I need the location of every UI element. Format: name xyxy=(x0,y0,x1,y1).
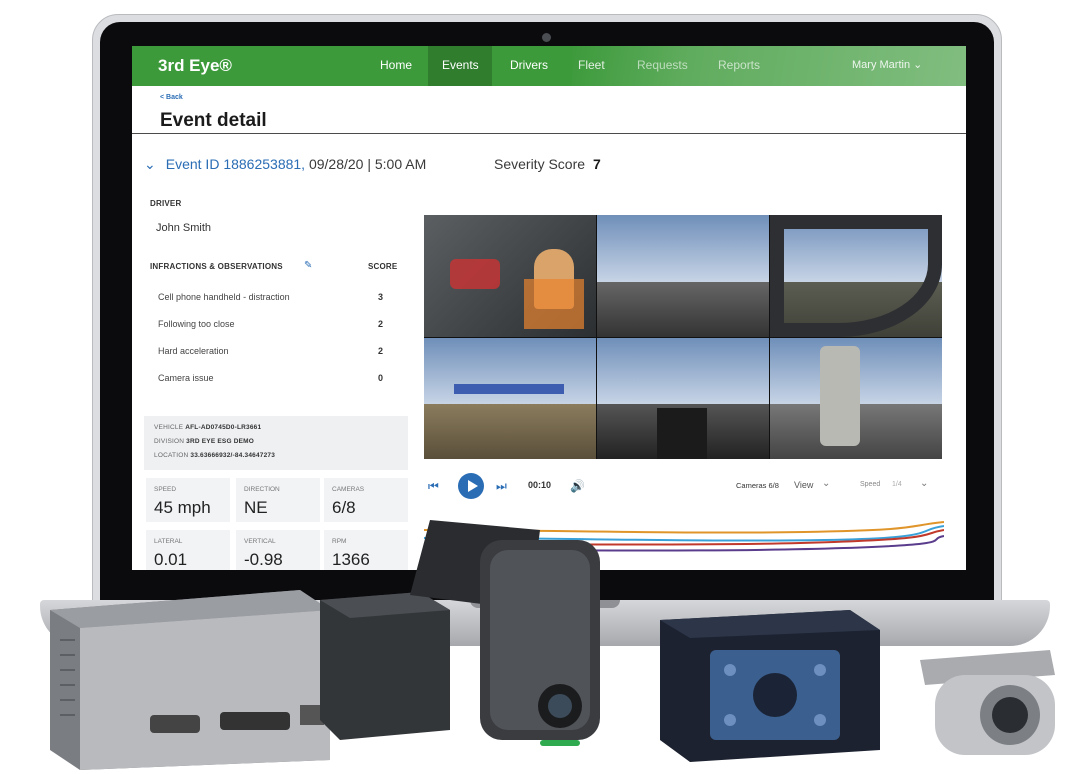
skip-back-icon[interactable]: ⏮ xyxy=(428,479,439,494)
title-divider xyxy=(132,133,966,134)
chevron-down-icon[interactable]: ⌄ xyxy=(822,478,830,489)
stat-label: DIRECTION xyxy=(244,486,280,493)
driver-label: DRIVER xyxy=(150,199,182,208)
volume-icon[interactable]: 🔊 xyxy=(570,479,585,493)
nav-events[interactable]: Events xyxy=(442,58,479,72)
play-button[interactable] xyxy=(458,473,484,499)
vehicle-label: VEHICLE xyxy=(154,424,184,431)
location-label: LOCATION xyxy=(154,452,189,459)
bullet-camera-icon xyxy=(920,650,1055,755)
power-module-icon xyxy=(320,592,450,740)
division-value: 3RD EYE ESG DEMO xyxy=(186,438,255,445)
nav-drivers[interactable]: Drivers xyxy=(510,58,548,72)
driver-name: John Smith xyxy=(156,222,212,234)
app-screen: 3rd Eye® Home Events Drivers Fleet Reque… xyxy=(132,46,966,570)
page-title: Event detail xyxy=(160,110,267,131)
infractions-label: INFRACTIONS & OBSERVATIONS xyxy=(150,262,283,271)
box-camera-icon xyxy=(660,610,880,762)
camera-feed-road-front[interactable] xyxy=(597,215,769,337)
cameras-count: Cameras 6/8 xyxy=(736,481,779,490)
division-label: DIVISION xyxy=(154,438,185,445)
nav-fleet[interactable]: Fleet xyxy=(578,58,605,72)
dvr-recorder-icon xyxy=(50,590,330,770)
location-value: 33.63666932/-84.34647273 xyxy=(190,452,276,459)
infraction-score: 3 xyxy=(378,292,384,302)
top-navbar xyxy=(132,46,966,86)
infraction-score: 2 xyxy=(378,319,384,329)
severity-label: Severity Score xyxy=(494,156,586,172)
camera-feed-mirror[interactable] xyxy=(770,337,942,459)
stat-label: CAMERAS xyxy=(332,486,365,493)
event-datetime: 09/28/20 | 5:00 AM xyxy=(308,156,427,172)
webcam-icon xyxy=(542,33,551,42)
severity-score: Severity Score 7 xyxy=(494,156,601,172)
edit-pencil-icon[interactable]: ✎ xyxy=(304,260,312,271)
nav-reports[interactable]: Reports xyxy=(718,58,760,72)
user-menu[interactable]: Mary Martin ⌄ xyxy=(852,58,922,71)
severity-value: 7 xyxy=(593,156,601,172)
camera-feed-side-right[interactable] xyxy=(770,215,942,337)
playback-time: 00:10 xyxy=(528,480,552,490)
event-header: ⌄ Event ID 1886253881, 09/28/20 | 5:00 AM xyxy=(144,156,426,173)
nav-requests[interactable]: Requests xyxy=(637,58,688,72)
video-controls: ⏮ ⏭ 00:10 🔊 Cameras 6/8 View ⌄ Speed 1/4… xyxy=(424,472,942,500)
camera-feed-rear[interactable] xyxy=(597,337,769,459)
view-dropdown[interactable]: View xyxy=(794,480,813,490)
infraction-score: 2 xyxy=(378,346,384,356)
infraction-name: Cell phone handheld - distraction xyxy=(158,292,290,302)
infraction-name: Following too close xyxy=(158,319,235,329)
vehicle-value: AFL-AD0745D0-LR3661 xyxy=(185,424,262,431)
speed-dropdown[interactable]: 1/4 xyxy=(892,481,902,488)
app-logo[interactable]: 3rd Eye® xyxy=(158,56,232,76)
event-id[interactable]: Event ID 1886253881, xyxy=(166,156,305,172)
division-line: DIVISION 3RD EYE ESG DEMO xyxy=(154,438,254,445)
hardware-products xyxy=(50,520,1055,770)
vehicle-line: VEHICLE AFL-AD0745D0-LR3661 xyxy=(154,424,261,431)
chevron-down-icon[interactable]: ⌄ xyxy=(920,478,928,489)
camera-video-grid[interactable] xyxy=(424,215,942,459)
camera-feed-side-left[interactable] xyxy=(424,337,596,459)
infraction-name: Camera issue xyxy=(158,373,214,383)
infraction-score: 0 xyxy=(378,373,384,383)
infraction-name: Hard acceleration xyxy=(158,346,229,356)
speed-label: Speed xyxy=(860,481,881,488)
skip-forward-icon[interactable]: ⏭ xyxy=(496,479,507,494)
stat-label: SPEED xyxy=(154,486,177,493)
nav-home[interactable]: Home xyxy=(380,58,412,72)
back-link[interactable]: < Back xyxy=(160,94,183,101)
location-line: LOCATION 33.63666932/-84.34647273 xyxy=(154,452,275,459)
score-header: SCORE xyxy=(368,262,398,271)
chevron-down-icon[interactable]: ⌄ xyxy=(144,156,156,172)
camera-feed-cabin[interactable] xyxy=(424,215,596,337)
